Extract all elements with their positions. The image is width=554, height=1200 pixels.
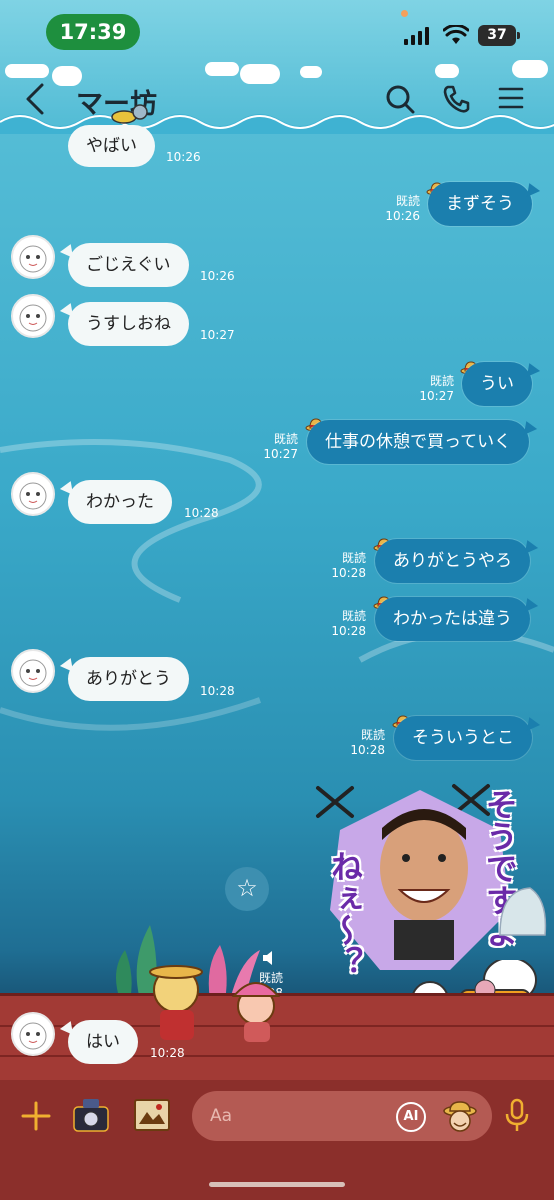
message-text: はい bbox=[86, 1031, 120, 1052]
ai-icon[interactable]: AI bbox=[396, 1102, 426, 1132]
cloud-decoration bbox=[240, 64, 280, 84]
message-bubble-incoming[interactable]: わかった bbox=[68, 480, 172, 524]
message-bubble-outgoing[interactable]: そういうとこ bbox=[394, 716, 532, 760]
search-icon[interactable] bbox=[385, 84, 415, 114]
cloud-decoration bbox=[435, 64, 459, 78]
message-text: うい bbox=[480, 373, 514, 394]
anime-characters-decoration-icon bbox=[149, 965, 281, 1042]
read-receipt: 既読 bbox=[360, 728, 385, 742]
message-text: うすしおね bbox=[86, 313, 171, 334]
message-bubble-outgoing[interactable]: ありがとうやろ bbox=[375, 539, 530, 583]
contact-avatar[interactable] bbox=[11, 649, 55, 693]
message-text: ありがとうやろ bbox=[393, 550, 512, 571]
message-time: 10:28 bbox=[184, 506, 219, 520]
message-bubble-outgoing[interactable]: うい bbox=[462, 362, 532, 406]
cellular-signal-icon bbox=[404, 27, 429, 45]
status-bar: 17:39 37 bbox=[0, 0, 554, 60]
message-time: 10:27 bbox=[263, 447, 298, 461]
read-receipt: 既読 bbox=[395, 194, 420, 208]
cloud-decoration bbox=[5, 64, 49, 78]
mic-icon[interactable] bbox=[503, 1098, 531, 1134]
cloud-decoration bbox=[300, 66, 322, 78]
message-text: ありがとう bbox=[86, 668, 171, 689]
message-text: やばい bbox=[86, 135, 137, 156]
contact-avatar[interactable] bbox=[11, 472, 55, 516]
message-text: まずそう bbox=[446, 193, 514, 214]
message-bubble-incoming[interactable]: うすしおね bbox=[68, 302, 189, 346]
read-receipt: 既読 bbox=[341, 609, 366, 623]
cloud-decoration bbox=[512, 60, 548, 78]
message-time: 10:28 bbox=[331, 624, 366, 638]
read-receipt: 既読 bbox=[429, 374, 454, 388]
cat-avatar-icon bbox=[19, 1022, 47, 1050]
message-input[interactable] bbox=[210, 1103, 390, 1129]
message-bubble-outgoing[interactable]: まずそう bbox=[428, 182, 532, 226]
message-time: 10:28 bbox=[350, 743, 385, 757]
contact-avatar[interactable] bbox=[11, 235, 55, 279]
cat-avatar-icon bbox=[19, 659, 47, 687]
message-time: 10:28 bbox=[331, 566, 366, 580]
cat-avatar-icon bbox=[19, 245, 47, 273]
message-time: 10:26 bbox=[200, 269, 235, 283]
message-time: 10:28 bbox=[150, 1046, 185, 1060]
seaweed-swirl-decoration bbox=[0, 439, 554, 731]
status-time: 17:39 bbox=[46, 14, 140, 50]
message-bubble-outgoing[interactable]: 仕事の休憩で買っていく bbox=[307, 420, 530, 464]
plus-icon[interactable] bbox=[20, 1100, 52, 1132]
message-text: わかったは違う bbox=[393, 608, 512, 629]
message-text: ごじえぐい bbox=[86, 254, 171, 275]
battery-indicator: 37 bbox=[478, 25, 520, 46]
wifi-icon bbox=[443, 25, 469, 44]
message-bubble-incoming[interactable]: ありがとう bbox=[68, 657, 189, 701]
menu-icon[interactable] bbox=[498, 86, 524, 110]
message-bubble-incoming[interactable]: はい bbox=[68, 1020, 138, 1064]
read-receipt: 既読 bbox=[273, 432, 298, 446]
message-time: 10:27 bbox=[200, 328, 235, 342]
cat-avatar-icon bbox=[19, 304, 47, 332]
cat-avatar-icon bbox=[19, 482, 47, 510]
favorite-star-button[interactable]: ☆ bbox=[225, 867, 269, 911]
privacy-indicator-icon bbox=[401, 10, 408, 17]
message-time: 10:28 bbox=[200, 684, 235, 698]
photo-icon[interactable] bbox=[133, 1098, 171, 1132]
star-icon: ☆ bbox=[236, 874, 258, 902]
back-icon[interactable] bbox=[22, 82, 48, 116]
message-time: 10:26 bbox=[385, 209, 420, 223]
contact-avatar[interactable] bbox=[11, 294, 55, 338]
phone-icon[interactable] bbox=[441, 84, 471, 114]
message-text: 仕事の休憩で買っていく bbox=[325, 431, 512, 452]
cloud-decoration bbox=[205, 62, 239, 76]
character-decoration-icon bbox=[111, 104, 148, 124]
read-receipt: 既読 bbox=[341, 551, 366, 565]
shell-decoration bbox=[499, 887, 547, 936]
message-bubble-incoming[interactable]: やばい bbox=[68, 125, 155, 167]
message-time: 10:27 bbox=[419, 389, 454, 403]
contact-avatar[interactable] bbox=[11, 1012, 55, 1056]
sticker-icon[interactable] bbox=[442, 1099, 478, 1133]
message-bubble-outgoing[interactable]: わかったは違う bbox=[375, 597, 530, 641]
home-indicator bbox=[209, 1182, 345, 1187]
sticker-caption-2: ねぇ〜？ bbox=[326, 850, 364, 978]
message-bubble-incoming[interactable]: ごじえぐい bbox=[68, 243, 189, 287]
message-text: そういうとこ bbox=[412, 727, 514, 748]
message-time: 10:26 bbox=[166, 150, 201, 164]
message-text: わかった bbox=[86, 491, 154, 512]
camera-icon[interactable] bbox=[70, 1095, 112, 1135]
